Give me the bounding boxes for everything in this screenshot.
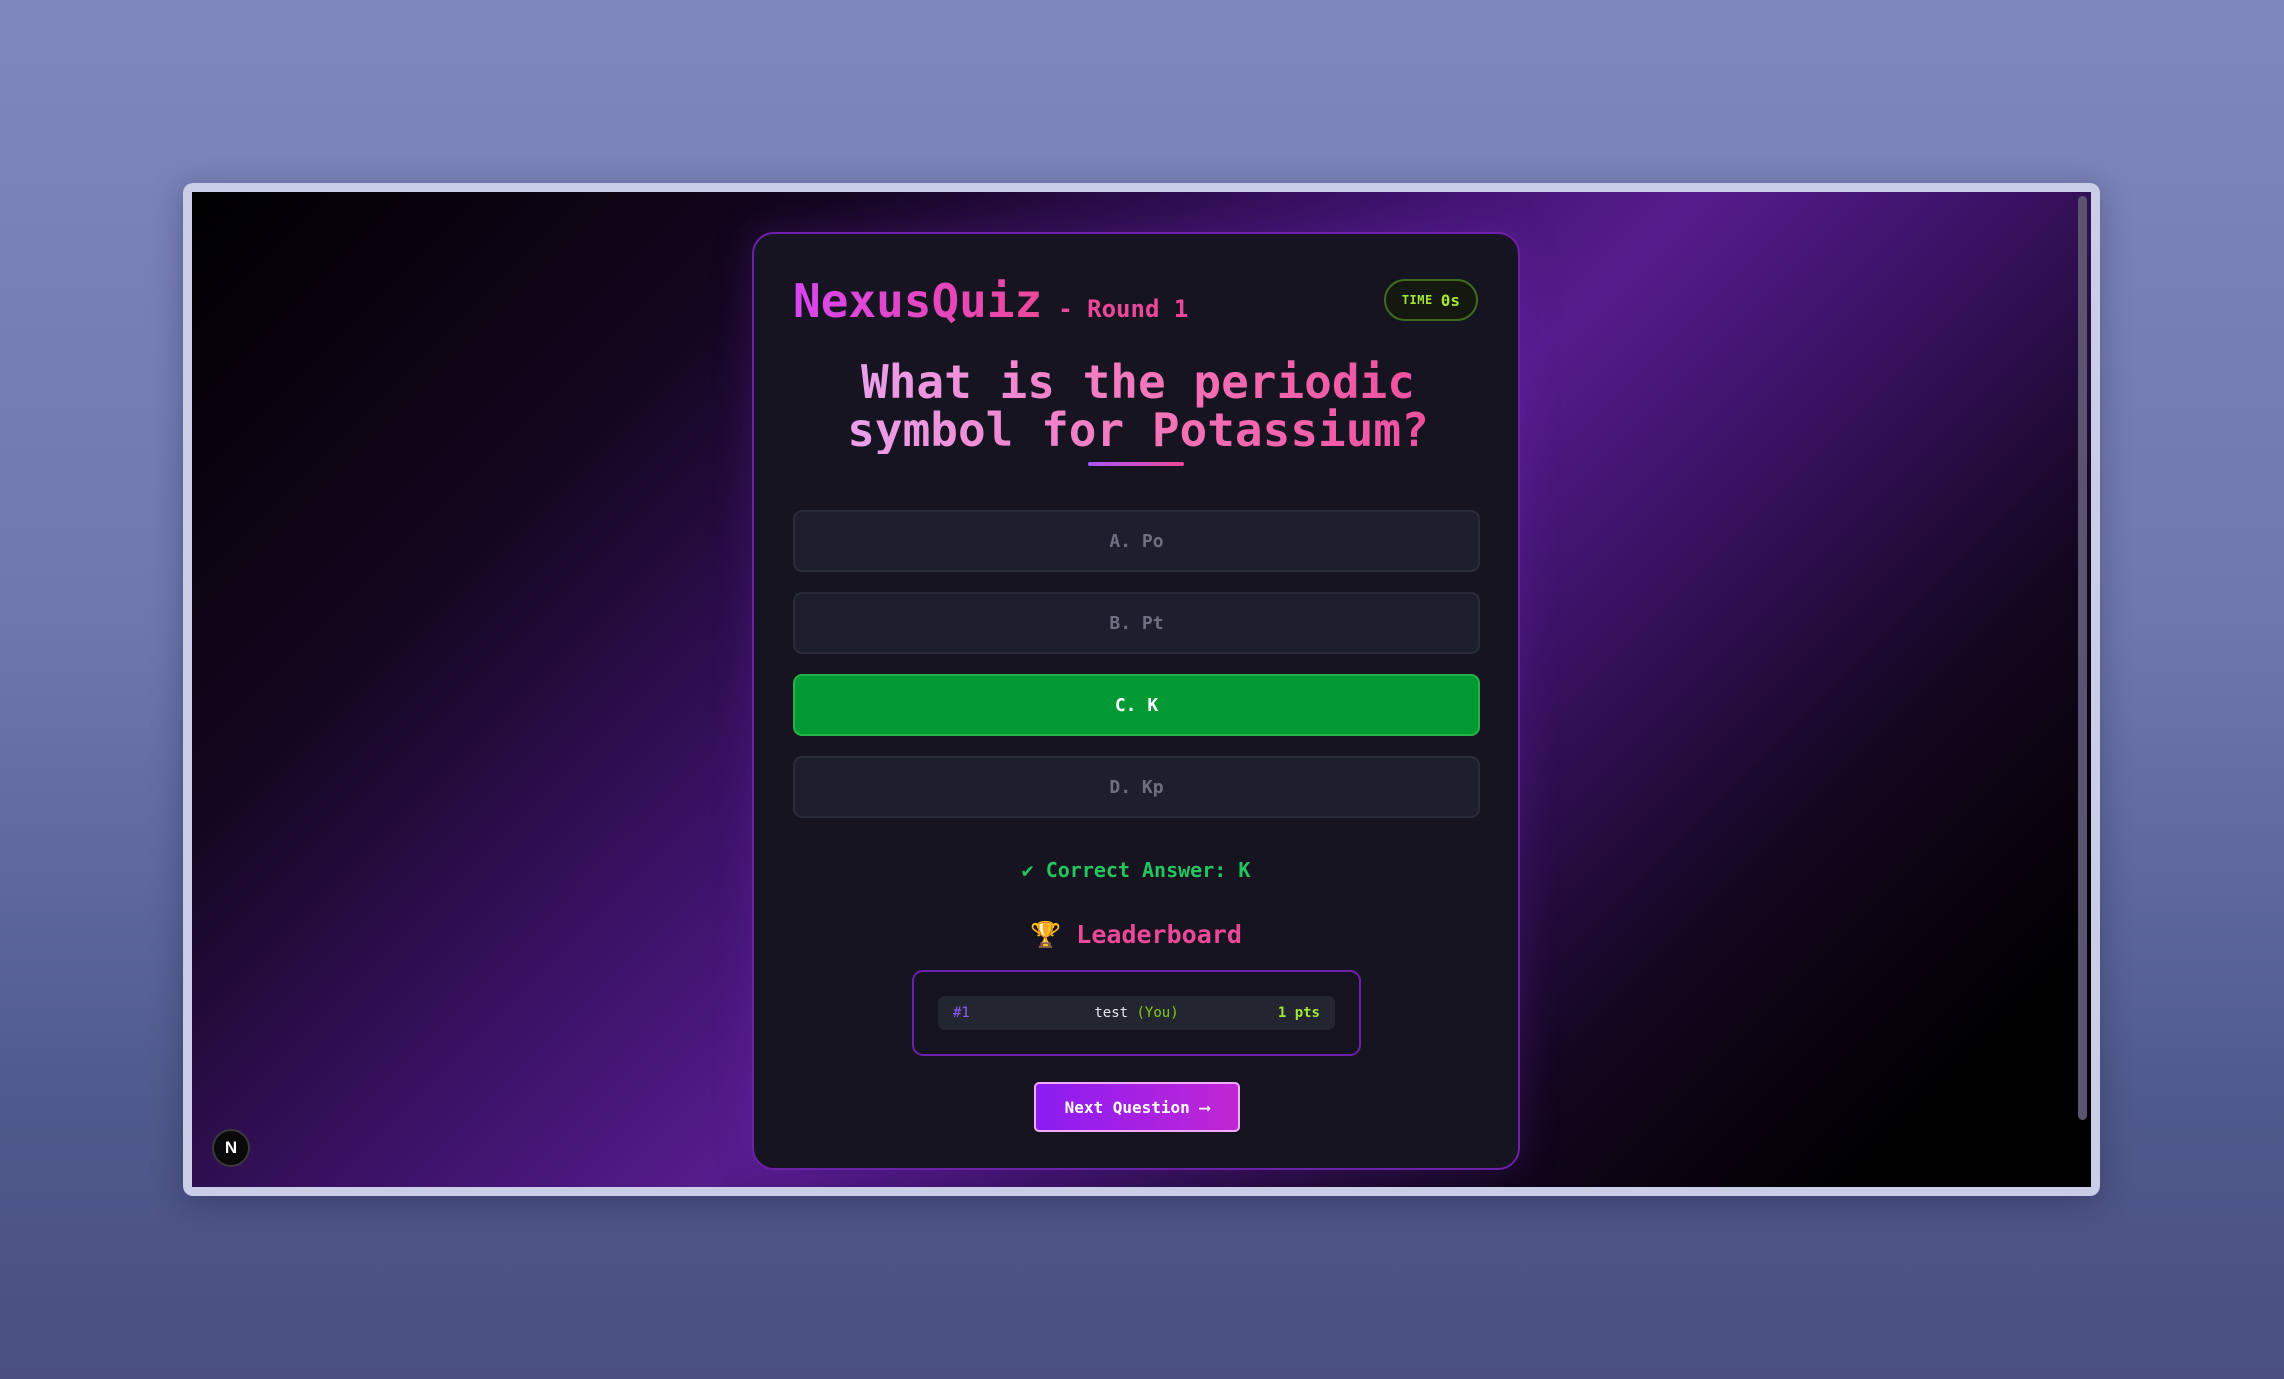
option-a-button[interactable]: A. Po: [793, 510, 1480, 572]
next-question-label: Next Question: [1064, 1097, 1190, 1117]
question-text: What is the periodic symbol for Potassiu…: [793, 358, 1483, 454]
correct-answer-message: ✔ Correct Answer: K: [1021, 858, 1251, 882]
nextjs-logo-icon[interactable]: N: [212, 1129, 250, 1167]
leaderboard-player-name: test: [1094, 1005, 1129, 1021]
question-underline: [1088, 462, 1184, 466]
timer-badge: TIME 0s: [1383, 279, 1478, 321]
timer-label: TIME: [1401, 293, 1433, 307]
round-label: - Round 1: [1058, 295, 1189, 323]
leaderboard-you-tag: (You): [1136, 1005, 1179, 1021]
brand-name: NexusQuiz: [793, 274, 1043, 328]
leaderboard-title: 🏆 Leaderboard: [1030, 920, 1242, 949]
page-viewport: NexusQuiz - Round 1 TIME 0s What is the …: [192, 192, 2091, 1187]
leaderboard-panel: #1 test (You) 1 pts: [912, 970, 1361, 1056]
arrow-right-icon: ⟶: [1199, 1097, 1210, 1117]
scrollbar[interactable]: [2078, 196, 2087, 1120]
leaderboard-points: 1 pts: [1277, 1005, 1320, 1021]
timer-value: 0s: [1440, 290, 1460, 310]
quiz-card: NexusQuiz - Round 1 TIME 0s What is the …: [752, 232, 1520, 1170]
browser-window: NexusQuiz - Round 1 TIME 0s What is the …: [183, 183, 2100, 1196]
option-d-button[interactable]: D. Kp: [793, 756, 1480, 818]
leaderboard-row: #1 test (You) 1 pts: [938, 996, 1335, 1030]
leaderboard-player: test (You): [938, 1005, 1335, 1021]
option-c-button[interactable]: C. K: [793, 674, 1480, 736]
next-question-button[interactable]: Next Question ⟶: [1034, 1082, 1240, 1132]
option-b-button[interactable]: B. Pt: [793, 592, 1480, 654]
brand-header: NexusQuiz - Round 1: [793, 274, 1188, 328]
